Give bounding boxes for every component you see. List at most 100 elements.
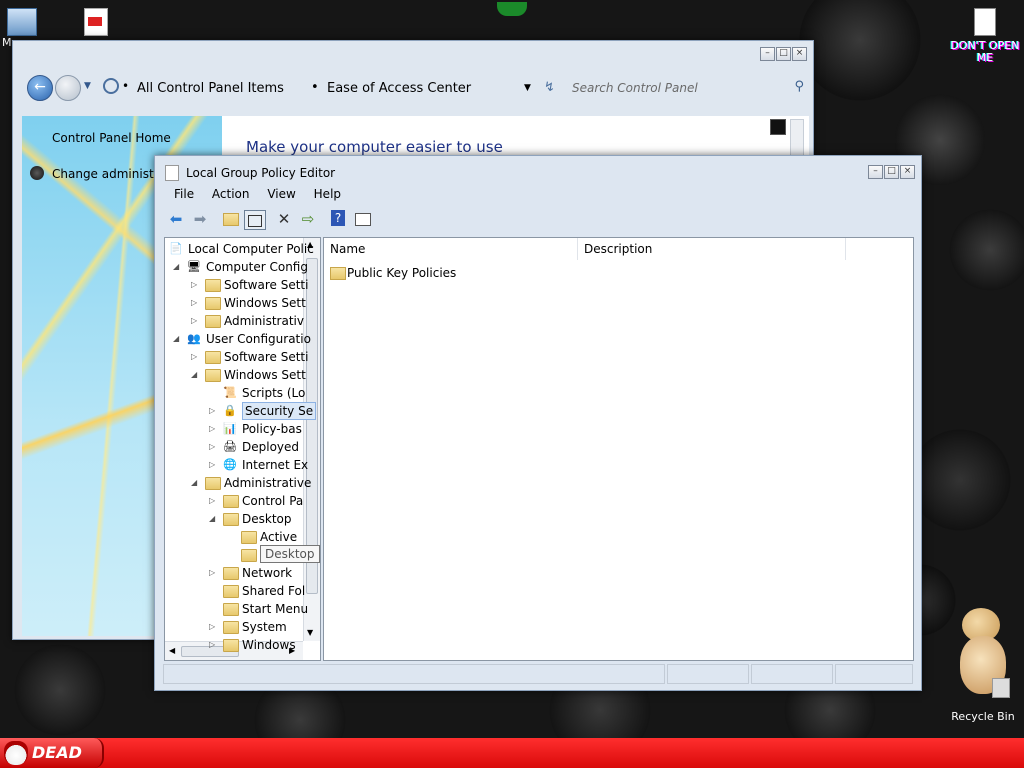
tree-item[interactable]: ▷ Control Pa [165, 492, 303, 510]
expand-arrow-icon[interactable]: ▷ [191, 312, 200, 330]
delete-icon[interactable]: ✕ [275, 210, 293, 228]
folder-icon [223, 603, 239, 616]
tree-item[interactable]: Shared Fol [165, 582, 306, 600]
menu-action[interactable]: Action [212, 187, 250, 201]
export-list-icon[interactable]: ⇨ [299, 210, 317, 228]
tree-item[interactable]: ▷ 🌐 Internet Ex [165, 456, 308, 474]
tree-item-label: Network [242, 566, 293, 580]
expand-arrow-icon[interactable]: ▷ [191, 348, 200, 366]
up-folder-icon[interactable] [221, 210, 239, 228]
collapse-arrow-icon[interactable]: ◢ [173, 258, 182, 276]
show-hide-tree-icon[interactable] [244, 210, 266, 230]
tree-item[interactable]: Active [165, 528, 303, 546]
tree-item[interactable]: ▷ Network [165, 564, 303, 582]
back-arrow-icon[interactable]: ⬅ [167, 210, 185, 228]
expand-arrow-icon[interactable]: ▷ [209, 564, 218, 582]
navigation-tree[interactable]: ▲ ▼ ◀ ▶ Desktop 📄 Local Computer Polic ◢ 🖥 C… [164, 237, 321, 661]
column-header-name[interactable]: Name [324, 238, 578, 260]
scroll-down-icon[interactable]: ▼ [307, 628, 313, 637]
control-panel-icon [103, 78, 119, 94]
back-button[interactable]: ← [27, 75, 53, 101]
collapse-arrow-icon[interactable]: ◢ [209, 510, 218, 528]
expand-arrow-icon[interactable]: ▷ [209, 636, 218, 654]
forward-arrow-icon[interactable]: ➡ [191, 210, 209, 228]
tree-item[interactable]: ▷ System [165, 618, 303, 636]
tree-item[interactable]: ▷ Software Setti [165, 276, 308, 294]
minimize-button[interactable]: – [868, 165, 883, 179]
tree-item[interactable]: ▷ Windows Sett [165, 294, 306, 312]
expand-arrow-icon[interactable]: ▷ [209, 456, 218, 474]
tree-item[interactable]: ▷ Software Setti [165, 348, 308, 366]
scrollbar-thumb[interactable] [306, 258, 318, 594]
close-button[interactable]: × [792, 47, 807, 61]
desktop-icon-document[interactable] [82, 8, 110, 36]
desktop-icon-dont-open-me[interactable]: DON'T OPEN ME [948, 8, 1022, 64]
collapse-arrow-icon[interactable]: ◢ [191, 474, 200, 492]
breadcrumb-all-items[interactable]: All Control Panel Items [137, 81, 284, 96]
column-header-description[interactable]: Description [578, 238, 846, 260]
printer-icon: 🖨 [223, 440, 237, 453]
close-button[interactable]: × [900, 165, 915, 179]
text-document-icon [974, 8, 996, 36]
address-dropdown-icon[interactable]: ▼ [524, 83, 531, 93]
security-icon: 🔒 [223, 404, 237, 417]
scrollbar[interactable] [790, 119, 804, 159]
minimize-button[interactable]: – [760, 47, 775, 61]
shield-icon [30, 166, 44, 180]
folder-icon [205, 279, 221, 292]
folder-icon [223, 495, 239, 508]
expand-arrow-icon[interactable]: ▷ [209, 402, 218, 420]
search-input[interactable]: Search Control Panel [572, 81, 698, 95]
tree-item[interactable]: ◢ 🖥 Computer Config [165, 258, 308, 276]
control-panel-home-link[interactable]: Control Panel Home [52, 131, 171, 145]
help-icon[interactable]: ? [331, 210, 345, 226]
expand-arrow-icon[interactable]: ▷ [209, 618, 218, 636]
list-item[interactable]: Public Key Policies [330, 264, 570, 282]
change-administrative-settings-link[interactable]: Change administrat [52, 167, 171, 181]
tree-item[interactable]: 📜 Scripts (Lo [165, 384, 305, 402]
menu-view[interactable]: View [267, 187, 295, 201]
tree-item-label: Internet Ex [242, 458, 309, 472]
folder-icon [241, 549, 257, 562]
tree-item[interactable]: ◢ Windows Sett [165, 366, 306, 384]
details-list[interactable]: Name Description Public Key Policies [323, 237, 914, 661]
tree-item[interactable]: 📄 Local Computer Polic [165, 240, 314, 258]
tree-item-label: Shared Fol [242, 584, 306, 598]
expand-arrow-icon[interactable]: ▷ [209, 420, 218, 438]
tree-item[interactable]: ▷ 🖨 Deployed [165, 438, 303, 456]
tree-item[interactable]: ▷ 📊 Policy-bas [165, 420, 303, 438]
desktop-icon-label: Recycle Bin [951, 710, 1015, 723]
search-icon[interactable]: ⚲ [794, 79, 804, 94]
forward-button[interactable] [55, 75, 81, 101]
expand-arrow-icon[interactable]: ▷ [209, 438, 218, 456]
breadcrumb-ease-of-access[interactable]: Ease of Access Center [327, 81, 471, 96]
collapse-arrow-icon[interactable]: ◢ [191, 366, 200, 384]
tree-item[interactable]: ◢ Administrative [165, 474, 311, 492]
address-bar[interactable]: All Control Panel Items • Ease of Access… [135, 77, 555, 99]
tree-item-label: Policy-bas [242, 422, 302, 436]
expand-arrow-icon[interactable]: ▷ [191, 294, 200, 312]
maximize-button[interactable]: □ [776, 47, 791, 61]
tree-item[interactable]: ▷ 🔒 Security Se [165, 402, 317, 420]
refresh-icon[interactable]: ↯ [544, 80, 555, 95]
desktop-icon-recycle-bin[interactable]: Recycle Bin [944, 608, 1022, 723]
expand-arrow-icon[interactable]: ▷ [209, 492, 218, 510]
tree-item[interactable]: Start Menu [165, 600, 308, 618]
menu-file[interactable]: File [174, 187, 194, 201]
recent-pages-dropdown[interactable]: ▼ [84, 81, 91, 91]
expand-arrow-icon[interactable]: ▷ [191, 276, 200, 294]
ie-icon: 🌐 [223, 458, 237, 471]
tree-item[interactable]: ▷ Windows [165, 636, 303, 654]
tree-item[interactable]: ◢ 👥 User Configuratio [165, 330, 311, 348]
tree-item[interactable]: ◢ Desktop [165, 510, 303, 528]
maximize-button[interactable]: □ [884, 165, 899, 179]
search-control-panel-box[interactable]: Search Control Panel ⚲ [570, 77, 808, 99]
tree-item[interactable]: ▷ Administrativ [165, 312, 304, 330]
menu-help[interactable]: Help [314, 187, 341, 201]
tree-item-label: Local Computer Polic [188, 242, 314, 256]
collapse-arrow-icon[interactable]: ◢ [173, 330, 182, 348]
properties-icon[interactable] [353, 210, 371, 228]
group-policy-editor-window[interactable]: Local Group Policy Editor – □ × File Act… [154, 155, 922, 691]
tree-item-label: Administrative [224, 476, 312, 490]
start-button[interactable]: DEAD [0, 738, 104, 768]
